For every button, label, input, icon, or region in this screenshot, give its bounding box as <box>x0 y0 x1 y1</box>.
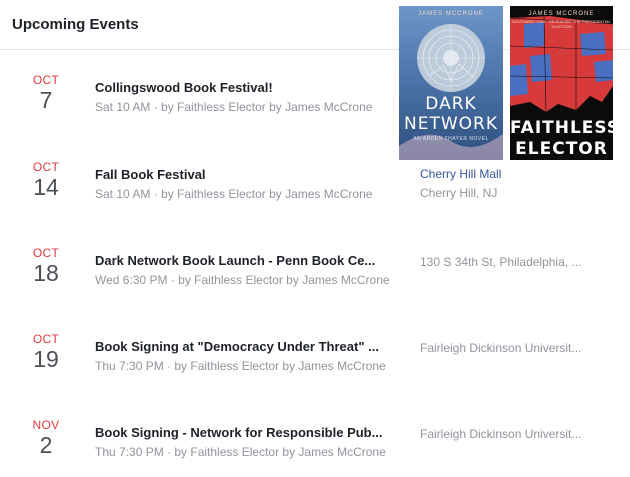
event-day: 19 <box>33 346 59 372</box>
book-cover-faithless-elector[interactable]: JAMES MCCRONE NOVEMBER 2016 · REVEALING … <box>510 6 613 160</box>
cover-author: JAMES MCCRONE <box>528 11 595 17</box>
page-title: Upcoming Events <box>12 16 139 33</box>
event-title[interactable]: Book Signing at "Democracy Under Threat"… <box>95 339 379 354</box>
event-subtitle: Sat 10 AM · by Faithless Elector by Jame… <box>95 100 373 114</box>
event-item-3[interactable]: OCT 18 Dark Network Book Launch - Penn B… <box>0 225 630 305</box>
event-item-4[interactable]: OCT 19 Book Signing at "Democracy Under … <box>0 311 630 391</box>
event-day: 14 <box>33 174 59 200</box>
event-subtitle: Sat 10 AM · by Faithless Elector by Jame… <box>95 187 373 201</box>
cover-tagline: AN ARDEN THAYER NOVEL <box>413 136 489 142</box>
cover-title-line1: DARK <box>425 94 477 114</box>
event-title[interactable]: Dark Network Book Launch - Penn Book Ce.… <box>95 253 375 268</box>
event-subtitle: Thu 7:30 PM · by Faithless Elector by Ja… <box>95 359 386 373</box>
event-location: 130 S 34th St, Philadelphia, ... <box>420 255 582 269</box>
event-location: Fairleigh Dickinson Universit... <box>420 427 582 441</box>
event-month: OCT <box>32 332 60 346</box>
cover-title-line2: ELECTOR <box>515 139 608 159</box>
event-month: NOV <box>32 418 60 432</box>
event-location-link[interactable]: Cherry Hill Mall <box>420 167 501 181</box>
event-day: 2 <box>39 432 53 458</box>
book-cover-dark-network[interactable]: JAMES MCCRONE DARK NETWORK AN ARDEN THAY… <box>399 6 503 160</box>
event-month: OCT <box>32 160 60 174</box>
event-subtitle: Thu 7:30 PM · by Faithless Elector by Ja… <box>95 445 386 459</box>
cover-tagline: NOVEMBER 2016 · REVEALING THE PRESIDENTI… <box>512 19 611 29</box>
event-title[interactable]: Fall Book Festival <box>95 167 206 182</box>
cover-title-line2: NETWORK <box>404 114 498 134</box>
cover-title-line1: FAITHLESS <box>510 118 613 138</box>
event-day: 7 <box>39 87 53 113</box>
event-location-city: Cherry Hill, NJ <box>420 186 498 200</box>
event-month: OCT <box>32 246 60 260</box>
cover-author: JAMES MCCRONE <box>418 11 484 17</box>
event-location: Fairleigh Dickinson Universit... <box>420 341 582 355</box>
event-item-5[interactable]: NOV 2 Book Signing - Network for Respons… <box>0 397 630 477</box>
event-title[interactable]: Collingswood Book Festival! <box>95 80 273 95</box>
event-month: OCT <box>32 73 60 87</box>
event-title[interactable]: Book Signing - Network for Responsible P… <box>95 425 382 440</box>
event-subtitle: Wed 6:30 PM · by Faithless Elector by Ja… <box>95 273 390 287</box>
event-day: 18 <box>33 260 59 286</box>
